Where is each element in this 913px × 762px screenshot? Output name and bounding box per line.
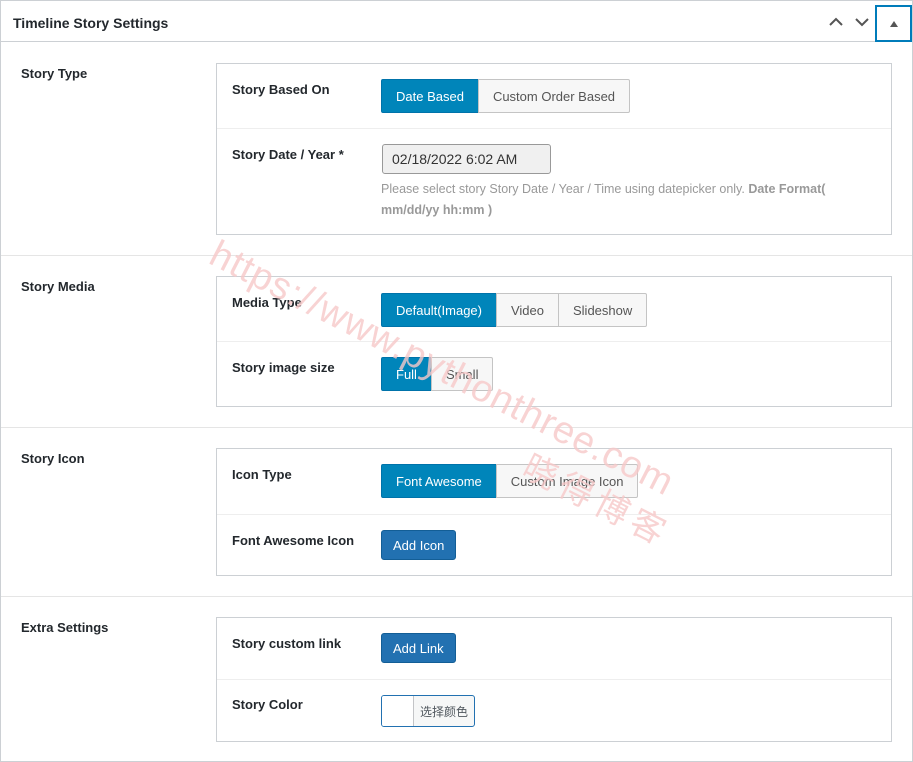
section-story-icon: Story Icon Icon Type Font Awesome Custom…	[1, 428, 912, 597]
small-size-button[interactable]: Small	[430, 357, 494, 391]
move-down-button[interactable]	[849, 7, 875, 37]
row-label: Icon Type	[232, 467, 292, 482]
metabox-header: Timeline Story Settings	[1, 1, 912, 42]
section-label: Extra Settings	[21, 620, 109, 635]
triangle-up-icon	[889, 20, 898, 27]
slideshow-button[interactable]: Slideshow	[558, 293, 648, 327]
default-image-button[interactable]: Default(Image)	[381, 293, 497, 327]
section-story-type: Story Type Story Based On Date Based Cus…	[1, 43, 912, 256]
toggle-panel-button[interactable]	[875, 5, 912, 42]
section-label: Story Type	[21, 66, 88, 81]
image-size-toggle: Full Small	[381, 357, 494, 391]
section-label: Story Icon	[21, 451, 85, 466]
color-picker-label: 选择颜色	[420, 704, 469, 719]
row-label: Story Based On	[232, 82, 330, 97]
row-image-size: Story image size Full Small	[217, 341, 891, 406]
font-awesome-button[interactable]: Font Awesome	[381, 464, 497, 498]
add-link-button[interactable]: Add Link	[381, 633, 456, 663]
video-button[interactable]: Video	[495, 293, 559, 327]
row-story-based-on: Story Based On Date Based Custom Order B…	[217, 64, 891, 128]
custom-image-icon-button[interactable]: Custom Image Icon	[495, 464, 639, 498]
custom-order-based-button[interactable]: Custom Order Based	[477, 79, 631, 113]
story-based-on-toggle: Date Based Custom Order Based	[381, 79, 631, 113]
row-label: Story custom link	[232, 636, 342, 651]
row-custom-link: Story custom link Add Link	[217, 618, 891, 679]
story-date-input[interactable]: 02/18/2022 6:02 AM	[382, 144, 551, 174]
story-type-fields: Story Based On Date Based Custom Order B…	[216, 63, 892, 235]
row-label: Story Date / Year *	[232, 147, 344, 162]
row-label: Font Awesome Icon	[232, 533, 355, 548]
section-extra-settings: Extra Settings Story custom link Add Lin…	[1, 597, 912, 762]
media-type-toggle: Default(Image) Video Slideshow	[381, 293, 648, 327]
metabox-title: Timeline Story Settings	[13, 15, 169, 31]
row-label: Story image size	[232, 360, 335, 375]
section-label: Story Media	[21, 279, 95, 294]
date-based-button[interactable]: Date Based	[381, 79, 479, 113]
row-label: Media Type	[232, 295, 302, 310]
story-media-fields: Media Type Default(Image) Video Slidesho…	[216, 276, 892, 407]
row-label: Story Color	[232, 697, 303, 712]
full-size-button[interactable]: Full	[381, 357, 432, 391]
row-media-type: Media Type Default(Image) Video Slidesho…	[217, 277, 891, 341]
add-icon-button[interactable]: Add Icon	[381, 530, 457, 560]
extra-settings-fields: Story custom link Add Link Story Color 选…	[216, 617, 892, 742]
chevron-up-icon	[829, 17, 843, 26]
color-swatch	[382, 696, 414, 726]
story-icon-fields: Icon Type Font Awesome Custom Image Icon…	[216, 448, 892, 576]
help-text: Please select story Story Date / Year / …	[381, 182, 745, 196]
date-help-text: Please select story Story Date / Year / …	[381, 179, 851, 221]
section-story-media: Story Media Media Type Default(Image) Vi…	[1, 256, 912, 428]
icon-type-toggle: Font Awesome Custom Image Icon	[381, 464, 639, 498]
color-picker-button[interactable]: 选择颜色	[381, 695, 476, 727]
move-up-button[interactable]	[823, 7, 849, 37]
chevron-down-icon	[855, 18, 869, 27]
row-icon-type: Icon Type Font Awesome Custom Image Icon	[217, 449, 891, 514]
row-font-awesome-icon: Font Awesome Icon Add Icon	[217, 514, 891, 575]
row-story-date: Story Date / Year * 02/18/2022 6:02 AM P…	[217, 128, 891, 234]
row-story-color: Story Color 选择颜色	[217, 679, 891, 741]
timeline-story-settings-metabox: Timeline Story Settings Story Type Story…	[0, 0, 913, 762]
